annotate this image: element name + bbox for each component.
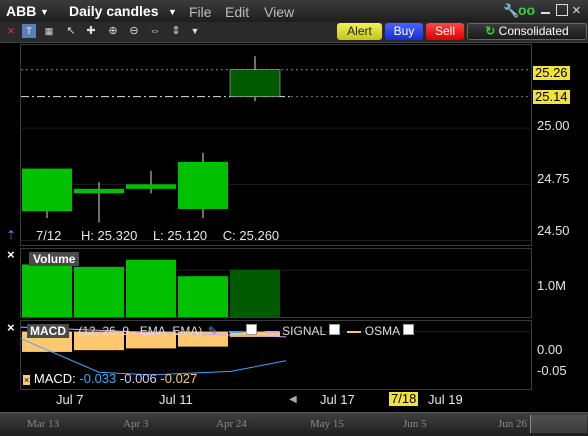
- macd-checkbox[interactable]: [246, 324, 258, 335]
- signal-checkbox[interactable]: [329, 324, 341, 335]
- volume-bar: [230, 269, 280, 317]
- volume-bar: [74, 266, 124, 317]
- osma-legend: OSMA: [364, 324, 400, 338]
- price-tag-last: 25.26: [533, 65, 570, 80]
- ohlc-readout: 7/12 H: 25.320 L: 25.120 C: 25.260: [36, 228, 279, 243]
- price-tag-close: 25.14: [533, 89, 570, 104]
- osma-checkbox[interactable]: [402, 324, 414, 335]
- price-tick-24-50: 24.50: [537, 223, 570, 238]
- macd-tick-neg05: -0.05: [537, 363, 567, 378]
- price-candle: [22, 168, 72, 212]
- time-navigator[interactable]: Mar 13 Apr 3 Apr 24 May 15 Jun 5 Jun 26: [0, 412, 588, 436]
- buy-button[interactable]: Buy: [385, 23, 423, 40]
- price-candle: [74, 188, 124, 194]
- close-window-icon[interactable]: ×: [572, 2, 581, 19]
- expand-icon[interactable]: ⇕: [169, 24, 183, 38]
- nav-label-jun26: Jun 26: [498, 418, 528, 430]
- x-label-jul7: Jul 7: [56, 392, 84, 407]
- symbol-dropdown-icon[interactable]: ▼: [40, 7, 49, 17]
- macd-legend: MACD (12, 26, 9 - EMA, EMA) ✎ SIGNAL OSM…: [27, 324, 414, 338]
- volume-bar: [22, 264, 72, 317]
- pin-icon[interactable]: ⇡: [6, 228, 16, 242]
- x-label-jul19: Jul 19: [428, 392, 463, 407]
- link-icon[interactable]: T: [22, 24, 36, 38]
- nav-label-apr24: Apr 24: [216, 418, 247, 430]
- zoom-in-icon[interactable]: ⊕: [106, 24, 120, 38]
- edit-icon[interactable]: ✎: [208, 324, 218, 338]
- macd-params: (12, 26, 9 - EMA, EMA): [78, 324, 203, 338]
- price-candle: [126, 184, 176, 189]
- price-candle: [229, 69, 281, 97]
- nav-label-may15: May 15: [310, 418, 344, 430]
- x-label-jul17: Jul 17: [320, 392, 355, 407]
- macd-label: MACD: [27, 324, 69, 338]
- zoom-out-icon[interactable]: ⊖: [127, 24, 141, 38]
- ohlc-low: L: 25.120: [152, 228, 208, 243]
- ohlc-close: C: 25.260: [222, 228, 280, 243]
- close-readout-icon[interactable]: ×: [23, 375, 31, 385]
- close-icon[interactable]: ×: [4, 24, 18, 38]
- signal-legend: SIGNAL: [282, 324, 326, 338]
- volume-panel[interactable]: Volume: [20, 248, 532, 318]
- nav-label-jun5: Jun 5: [403, 418, 427, 430]
- macd-readout-signal: -0.006: [119, 371, 157, 386]
- alert-button[interactable]: Alert: [337, 23, 382, 40]
- macd-readout-prefix: MACD:: [33, 371, 76, 386]
- ohlc-date: 7/12: [36, 228, 62, 243]
- x-label-jul11: Jul 11: [159, 392, 193, 407]
- sell-button[interactable]: Sell: [426, 23, 464, 40]
- nav-label-mar13: Mar 13: [27, 418, 60, 430]
- volume-tick-1m: 1.0M: [537, 278, 566, 293]
- grid-icon[interactable]: ▦: [42, 24, 56, 38]
- menu-edit[interactable]: Edit: [225, 4, 249, 20]
- close-volume-icon[interactable]: ×: [7, 247, 15, 262]
- price-candle: [178, 161, 228, 210]
- close-macd-icon[interactable]: ×: [7, 320, 15, 335]
- signal-line-swatch: [264, 330, 279, 333]
- macd-tick-0: 0.00: [537, 342, 563, 357]
- macd-line-swatch: [229, 330, 244, 333]
- consolidated-button[interactable]: ↻ Consolidated: [467, 23, 587, 40]
- consolidated-label: Consolidated: [498, 24, 569, 38]
- period-dropdown-icon[interactable]: ▼: [168, 7, 177, 17]
- pan-icon[interactable]: ⇔: [148, 24, 162, 38]
- menu-file[interactable]: File: [189, 4, 212, 20]
- price-panel[interactable]: [20, 44, 532, 246]
- scroll-left-icon[interactable]: ◀: [289, 394, 297, 405]
- price-chart: [21, 56, 531, 242]
- x-cursor-date-tag: 7/18: [389, 391, 419, 406]
- volume-label: Volume: [29, 252, 80, 266]
- volume-chart: [21, 259, 531, 317]
- macd-readout-osma: -0.027: [160, 371, 198, 386]
- link-chain-icon[interactable]: oo: [518, 2, 535, 18]
- refresh-icon: ↻: [485, 24, 496, 38]
- period-label[interactable]: Daily candles: [69, 3, 159, 19]
- ohlc-high: H: 25.320: [80, 228, 138, 243]
- wrench-icon[interactable]: 🔧: [503, 3, 519, 19]
- macd-readout: × MACD: -0.033,-0.006,-0.027: [23, 371, 198, 386]
- macd-readout-macd: -0.033: [79, 371, 117, 386]
- price-tick-25-00: 25.00: [537, 118, 570, 133]
- macd-panel[interactable]: MACD (12, 26, 9 - EMA, EMA) ✎ SIGNAL OSM…: [20, 320, 532, 390]
- maximize-icon[interactable]: [556, 4, 568, 16]
- chart-toolbar: × T ▦ ↖ ✚ ⊕ ⊖ ⇔ ⇕ ▼ Alert Buy Sell ↻ Con…: [0, 22, 588, 43]
- minimize-icon[interactable]: [541, 12, 550, 14]
- nav-window-handle[interactable]: [530, 415, 587, 433]
- cursor-icon[interactable]: ↖: [64, 24, 78, 38]
- dropdown-icon[interactable]: ▼: [188, 24, 202, 38]
- x-axis: Jul 7 Jul 11 ◀ Jul 17 7/18 Jul 19: [0, 389, 588, 411]
- menu-view[interactable]: View: [264, 4, 294, 20]
- price-tick-24-75: 24.75: [537, 171, 570, 186]
- volume-bar: [178, 276, 228, 317]
- nav-label-apr3: Apr 3: [123, 418, 149, 430]
- title-bar: ABB ▼ Daily candles ▼ File Edit View 🔧 o…: [0, 0, 588, 23]
- crosshair-icon[interactable]: ✚: [84, 24, 98, 38]
- volume-bar: [126, 259, 176, 317]
- osma-swatch: [347, 330, 362, 333]
- symbol-label[interactable]: ABB: [6, 3, 36, 19]
